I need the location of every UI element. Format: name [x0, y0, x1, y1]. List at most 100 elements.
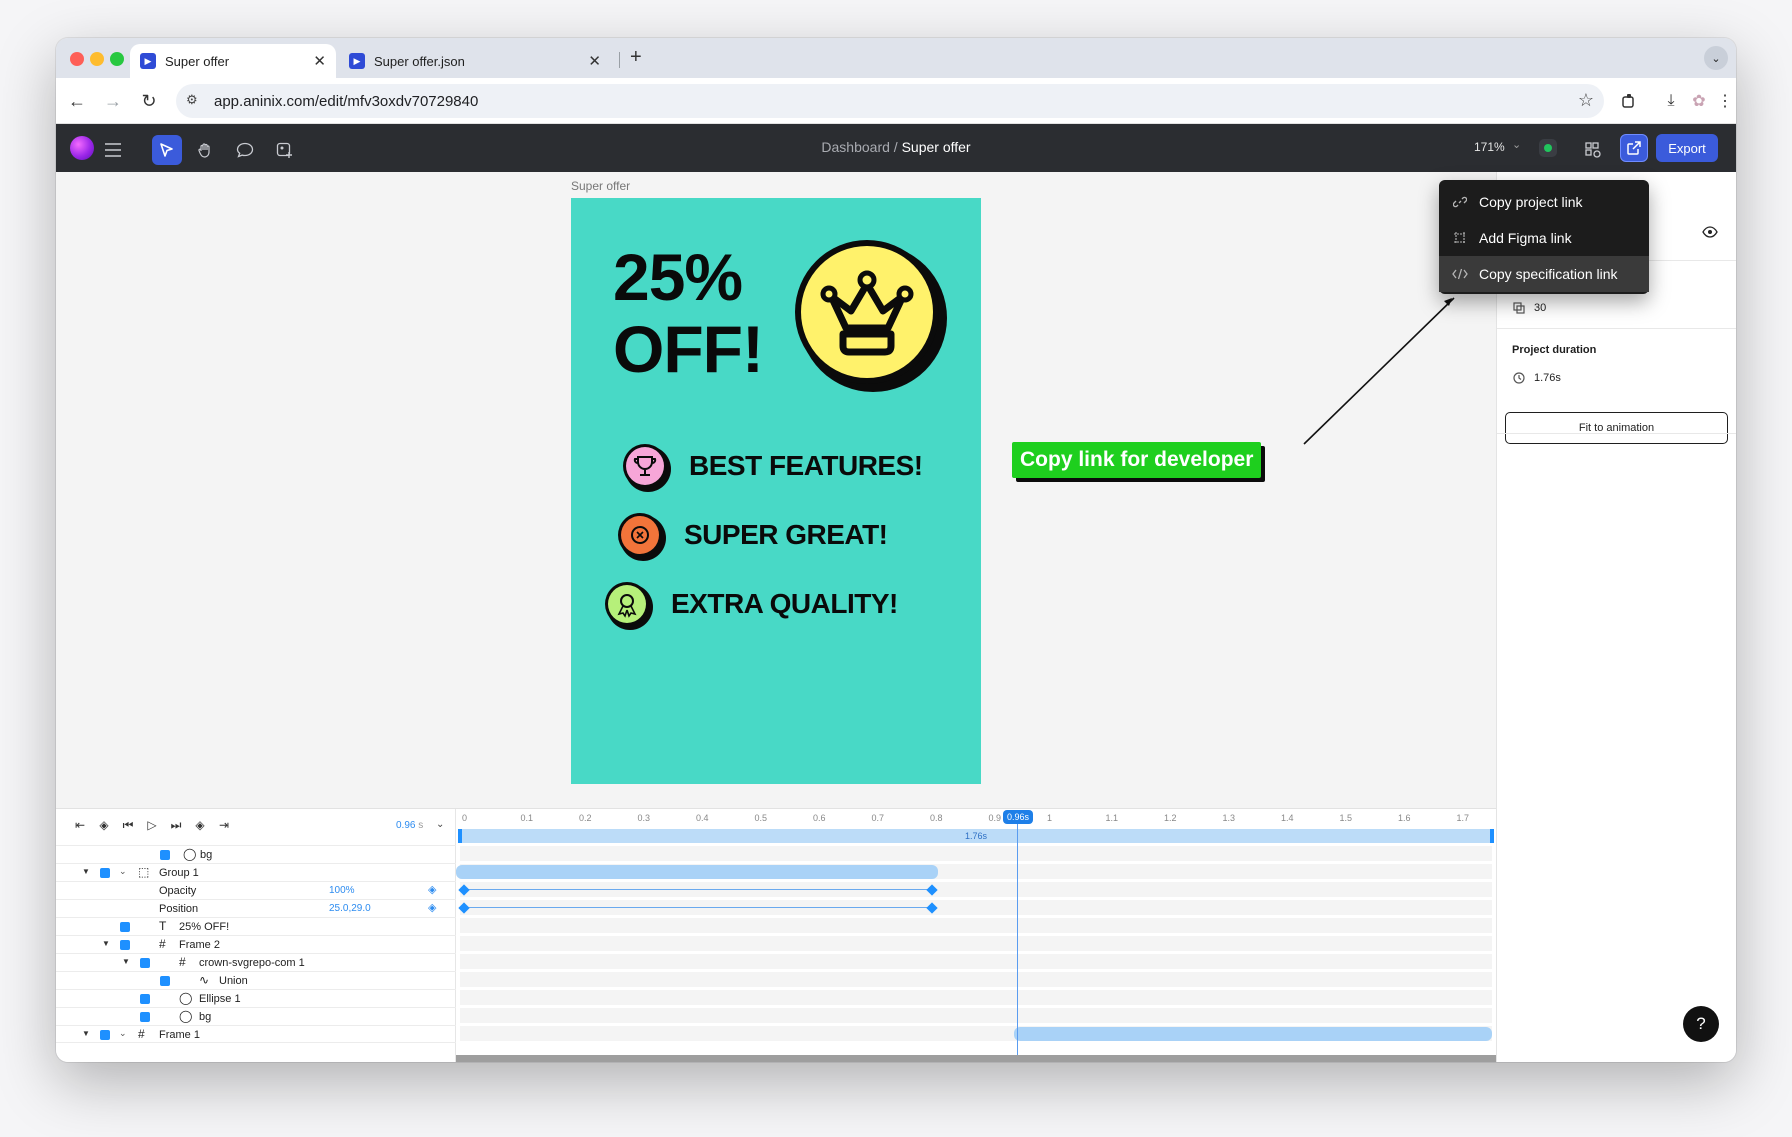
layer-row[interactable]: ∿ Union [56, 971, 456, 989]
breadcrumb-dashboard[interactable]: Dashboard [821, 139, 890, 155]
property-row[interactable]: Opacity 100% ◈ [56, 881, 456, 899]
share-icon[interactable] [1620, 134, 1648, 162]
jump-to-end-icon[interactable]: ⇥ [212, 818, 236, 833]
menu-copy-specification-link[interactable]: Copy specification link [1439, 256, 1649, 292]
tab-super-offer[interactable]: ▶ Super offer ✕ [130, 44, 336, 78]
grid-settings-icon[interactable] [1578, 135, 1608, 165]
expand-triangle-icon[interactable]: ▼ [122, 957, 130, 966]
layer-color-tag[interactable] [140, 958, 150, 968]
track[interactable] [460, 989, 1492, 1005]
property-value[interactable]: 25.0,29.0 [329, 903, 371, 914]
property-row[interactable]: Position 25.0,29.0 ◈ [56, 899, 456, 917]
layer-row[interactable]: ▼ # Frame 2 [56, 935, 456, 953]
layer-color-tag[interactable] [160, 850, 170, 860]
step-back-icon[interactable]: ⏮ [116, 818, 140, 833]
track[interactable] [458, 881, 1492, 897]
keyframe-diamond[interactable] [458, 902, 470, 914]
layer-row[interactable]: ◯ bg [56, 845, 456, 863]
keyframe-diamond[interactable] [458, 884, 470, 896]
tab-search-icon[interactable]: ⌄ [1704, 46, 1728, 70]
url-text[interactable]: app.aninix.com/edit/mfv3oxdv70729840 [214, 93, 478, 110]
previous-keyframe-icon[interactable]: ◈ [92, 818, 116, 833]
expand-triangle-icon[interactable]: ▼ [82, 1029, 90, 1038]
timeline-tracks[interactable]: 0 0.1 0.2 0.3 0.4 0.5 0.6 0.7 0.8 0.9 1 1.1 1.2 1.3 1.… [456, 809, 1496, 1062]
keyframe-diamond[interactable] [926, 884, 938, 896]
track[interactable] [460, 935, 1492, 951]
bookmark-star-icon[interactable]: ☆ [1578, 90, 1594, 111]
export-button[interactable]: Export [1656, 134, 1718, 162]
minimize-window-button[interactable] [90, 52, 104, 66]
track[interactable] [458, 899, 1492, 915]
address-bar[interactable]: ⚙ app.aninix.com/edit/mfv3oxdv70729840 ☆ [176, 84, 1604, 118]
eye-icon[interactable] [1702, 225, 1718, 241]
time-ruler[interactable]: 0 0.1 0.2 0.3 0.4 0.5 0.6 0.7 0.8 0.9 1 1.1 1.2 1.3 1.… [456, 809, 1496, 827]
playhead-time-label[interactable]: 0.96s [1003, 810, 1033, 824]
track[interactable] [460, 1007, 1492, 1023]
keyframe-toggle-icon[interactable]: ◈ [428, 901, 436, 914]
layer-row[interactable]: ▼ ⌄ ⬚ Group 1 [56, 863, 456, 881]
fit-to-animation-button[interactable]: Fit to animation [1505, 412, 1728, 444]
back-arrow-icon[interactable]: ← [64, 88, 90, 114]
playhead[interactable] [1017, 813, 1018, 1062]
group-animation-bar[interactable] [456, 865, 938, 879]
tab-super-offer-json[interactable]: ▶ Super offer.json ✕ [339, 44, 611, 78]
duration-row[interactable]: 1.76s [1512, 371, 1561, 385]
chevron-down-icon[interactable]: ⌄ [436, 819, 444, 830]
track[interactable] [456, 863, 1492, 879]
track[interactable] [460, 845, 1492, 861]
layer-color-tag[interactable] [140, 994, 150, 1004]
jump-to-start-icon[interactable]: ⇤ [68, 818, 92, 833]
more-menu-icon[interactable]: ⋮ [1712, 88, 1736, 114]
keyframe-diamond[interactable] [926, 902, 938, 914]
track[interactable] [460, 971, 1492, 987]
layer-row[interactable]: ▼ ⌄ # Frame 1 [56, 1025, 456, 1043]
menu-add-figma-link[interactable]: Add Figma link [1439, 220, 1649, 256]
close-tab-icon[interactable]: ✕ [313, 52, 326, 70]
layer-row[interactable]: T 25% OFF! [56, 917, 456, 935]
close-tab-icon[interactable]: ✕ [588, 52, 601, 70]
horizontal-scrollbar[interactable] [456, 1055, 1496, 1062]
layer-color-tag[interactable] [100, 1030, 110, 1040]
track[interactable] [460, 917, 1492, 933]
layer-color-tag[interactable] [120, 940, 130, 950]
property-value[interactable]: 100% [329, 885, 355, 896]
next-keyframe-icon[interactable]: ◈ [188, 818, 212, 833]
canvas[interactable]: Super offer 25% OFF! BEST FEATURES! SUPE… [56, 172, 1496, 808]
new-tab-button[interactable]: + [630, 46, 642, 69]
track[interactable] [460, 953, 1492, 969]
forward-arrow-icon[interactable]: → [100, 88, 126, 114]
extensions-icon[interactable] [1616, 88, 1642, 114]
help-button[interactable]: ? [1683, 1006, 1719, 1042]
layer-color-tag[interactable] [160, 976, 170, 986]
play-icon[interactable]: ▷ [140, 818, 164, 833]
expand-triangle-icon[interactable]: ▼ [102, 939, 110, 948]
layer-row[interactable]: ▼ # crown-svgrepo-com 1 [56, 953, 456, 971]
layer-color-tag[interactable] [100, 868, 110, 878]
site-settings-icon[interactable]: ⚙ [186, 92, 204, 110]
profile-avatar[interactable]: ✿ [1686, 88, 1712, 114]
artboard-super-offer[interactable]: 25% OFF! BEST FEATURES! SUPER GREAT! EXT… [571, 198, 981, 784]
expand-triangle-icon[interactable]: ▼ [82, 867, 90, 876]
menu-copy-project-link[interactable]: Copy project link [1439, 184, 1649, 220]
chevron-down-icon[interactable]: ⌄ [119, 866, 127, 877]
step-forward-icon[interactable]: ⏭ [164, 818, 188, 833]
reload-icon[interactable]: ↻ [136, 88, 162, 114]
keyframe-toggle-icon[interactable]: ◈ [428, 883, 436, 896]
chevron-down-icon[interactable]: ⌄ [1512, 138, 1521, 151]
zoom-level[interactable]: 171% [1474, 140, 1505, 154]
layer-color-tag[interactable] [120, 922, 130, 932]
close-window-button[interactable] [70, 52, 84, 66]
duration-value[interactable]: 1.76s [1534, 372, 1561, 384]
maximize-window-button[interactable] [110, 52, 124, 66]
duration-bar[interactable]: 1.76s [458, 829, 1494, 843]
download-icon[interactable]: ⤓ [1658, 88, 1684, 114]
frame-animation-bar[interactable] [1014, 1027, 1492, 1041]
layer-row[interactable]: ◯ Ellipse 1 [56, 989, 456, 1007]
chevron-down-icon[interactable]: ⌄ [119, 1028, 127, 1039]
layer-row[interactable]: ◯ bg [56, 1007, 456, 1025]
layer-color-tag[interactable] [140, 1012, 150, 1022]
fps-row[interactable]: 30 [1512, 301, 1546, 315]
fps-value[interactable]: 30 [1534, 302, 1546, 314]
frame-label[interactable]: Super offer [571, 179, 630, 193]
current-time[interactable]: 0.96 s [396, 820, 423, 831]
